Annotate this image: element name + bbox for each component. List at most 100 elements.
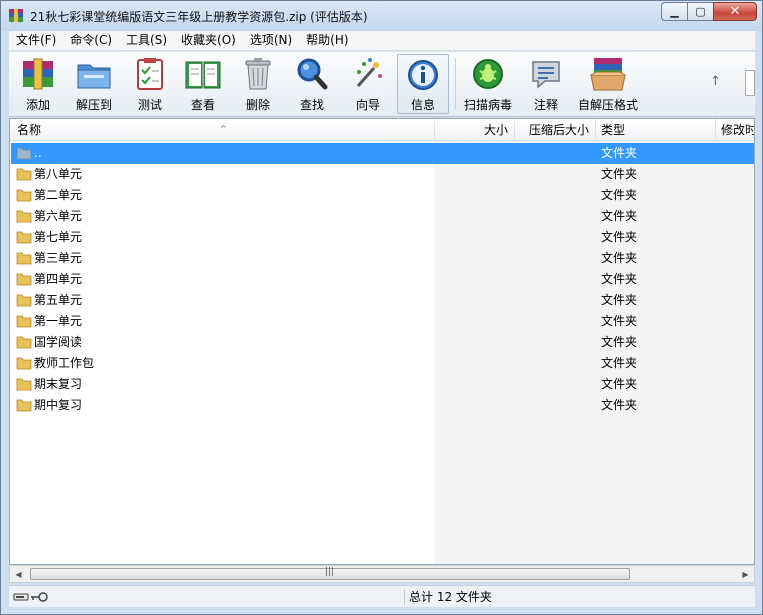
row-name: 第六单元 [34, 209, 83, 223]
parent-folder-icon [16, 147, 32, 160]
column-packed-size[interactable]: 压缩后大小 [515, 119, 596, 141]
info-label: 信息 [410, 98, 435, 112]
column-modified[interactable]: 修改时 [716, 119, 755, 141]
archive-add-icon [17, 54, 59, 94]
table-row[interactable]: 第六单元 文件夹 [11, 206, 754, 227]
row-name: 教师工作包 [34, 356, 95, 370]
window-controls: ▁ ▢ ✕ [661, 2, 757, 21]
status-bar: 总计 12 文件夹 [9, 585, 755, 607]
sfx-label: 自解压格式 [577, 98, 638, 112]
file-list: 名称 ^ 大小 压缩后大小 类型 修改时 .. 文件夹 第八单元 文件夹 第二单… [9, 118, 755, 565]
scroll-right-icon[interactable]: ▶ [737, 566, 754, 582]
horizontal-scrollbar[interactable]: ◀ ||| ▶ [9, 565, 755, 583]
toolbar: 添加 解压到 测试 查看 删除 查找 向导 信息 扫描病毒 注释 自解压格式 ↑ [9, 51, 755, 117]
trash-can-icon [237, 54, 279, 94]
title-bar[interactable]: 21秋七彩课堂统编版语文三年级上册教学资源包.zip (评估版本) ▁ ▢ ✕ [1, 1, 762, 31]
window-title: 21秋七彩课堂统编版语文三年级上册教学资源包.zip (评估版本) [30, 10, 368, 24]
row-name: 第四单元 [34, 272, 83, 286]
test-button[interactable]: 测试 [127, 54, 173, 114]
folder-icon [16, 294, 32, 307]
row-type: 文件夹 [601, 293, 638, 307]
column-modified-label: 修改时 [721, 123, 755, 137]
menu-tools[interactable]: 工具(S) [119, 31, 174, 50]
table-row-parent[interactable]: .. 文件夹 [11, 143, 754, 164]
row-name: 第八单元 [34, 167, 83, 181]
extract-to-button[interactable]: 解压到 [69, 54, 119, 114]
folder-icon [16, 273, 32, 286]
scan-virus-label: 扫描病毒 [463, 98, 512, 112]
minimize-icon: ▁ [670, 5, 679, 18]
row-type: 文件夹 [601, 230, 638, 244]
column-name[interactable]: 名称 ^ [10, 119, 435, 141]
wizard-button[interactable]: 向导 [345, 54, 391, 114]
scrollbar-thumb[interactable]: ||| [30, 567, 630, 580]
row-type: 文件夹 [601, 356, 638, 370]
grip-icon: ||| [325, 567, 335, 577]
row-name: .. [34, 146, 42, 160]
drive-key-icon[interactable] [13, 590, 49, 604]
view-button[interactable]: 查看 [179, 54, 227, 114]
folder-icon [16, 210, 32, 223]
table-row[interactable]: 第五单元 文件夹 [11, 290, 754, 311]
maximize-button[interactable]: ▢ [687, 2, 713, 21]
row-name: 第七单元 [34, 230, 83, 244]
table-row[interactable]: 期末复习 文件夹 [11, 374, 754, 395]
table-row[interactable]: 第八单元 文件夹 [11, 164, 754, 185]
folder-extract-icon [73, 54, 115, 94]
close-icon: ✕ [729, 4, 741, 19]
table-row[interactable]: 第三单元 文件夹 [11, 248, 754, 269]
menu-help[interactable]: 帮助(H) [299, 31, 355, 50]
row-type: 文件夹 [601, 377, 638, 391]
info-icon [402, 55, 444, 94]
column-type[interactable]: 类型 [596, 119, 716, 141]
table-row[interactable]: 国学阅读 文件夹 [11, 332, 754, 353]
extract-to-label: 解压到 [75, 98, 112, 112]
find-button[interactable]: 查找 [289, 54, 335, 114]
menu-favorites[interactable]: 收藏夹(O) [174, 31, 243, 50]
table-row[interactable]: 第七单元 文件夹 [11, 227, 754, 248]
open-book-icon [182, 54, 224, 94]
row-name: 期末复习 [34, 377, 83, 391]
row-type: 文件夹 [601, 398, 638, 412]
menu-options[interactable]: 选项(N) [243, 31, 299, 50]
scroll-left-icon[interactable]: ◀ [10, 566, 27, 582]
table-row[interactable]: 期中复习 文件夹 [11, 395, 754, 416]
row-name: 第三单元 [34, 251, 83, 265]
up-arrow-icon[interactable]: ↑ [710, 74, 721, 89]
minimize-button[interactable]: ▁ [661, 2, 687, 21]
view-label: 查看 [190, 98, 215, 112]
close-button[interactable]: ✕ [713, 2, 757, 21]
table-row[interactable]: 第二单元 文件夹 [11, 185, 754, 206]
maximize-icon: ▢ [695, 5, 706, 18]
folder-icon [16, 378, 32, 391]
delete-button[interactable]: 删除 [235, 54, 281, 114]
toolbar-overflow[interactable] [745, 70, 755, 96]
column-size[interactable]: 大小 [435, 119, 515, 141]
toolbar-separator [455, 58, 456, 110]
folder-icon [16, 336, 32, 349]
column-packed-size-label: 压缩后大小 [528, 123, 589, 137]
menu-commands[interactable]: 命令(C) [63, 31, 119, 50]
column-name-label: 名称 [17, 123, 42, 137]
scan-virus-button[interactable]: 扫描病毒 [461, 54, 515, 114]
folder-icon [16, 231, 32, 244]
table-row[interactable]: 教师工作包 文件夹 [11, 353, 754, 374]
folder-icon [16, 189, 32, 202]
table-row[interactable]: 第一单元 文件夹 [11, 311, 754, 332]
row-name: 第二单元 [34, 188, 83, 202]
menu-file[interactable]: 文件(F) [9, 31, 63, 50]
add-button[interactable]: 添加 [15, 54, 61, 114]
row-type: 文件夹 [601, 209, 638, 223]
table-row[interactable]: 第四单元 文件夹 [11, 269, 754, 290]
sfx-button[interactable]: 自解压格式 [575, 54, 641, 114]
comment-note-icon [525, 54, 567, 94]
comment-button[interactable]: 注释 [523, 54, 569, 114]
menu-bar: 文件(F) 命令(C) 工具(S) 收藏夹(O) 选项(N) 帮助(H) [9, 31, 755, 50]
delete-label: 删除 [245, 98, 270, 112]
info-button[interactable]: 信息 [397, 54, 449, 114]
folder-icon [16, 357, 32, 370]
winrar-app-icon [9, 9, 23, 22]
wizard-label: 向导 [355, 98, 380, 112]
winrar-window: 21秋七彩课堂统编版语文三年级上册教学资源包.zip (评估版本) ▁ ▢ ✕ … [0, 0, 763, 615]
test-label: 测试 [137, 98, 162, 112]
